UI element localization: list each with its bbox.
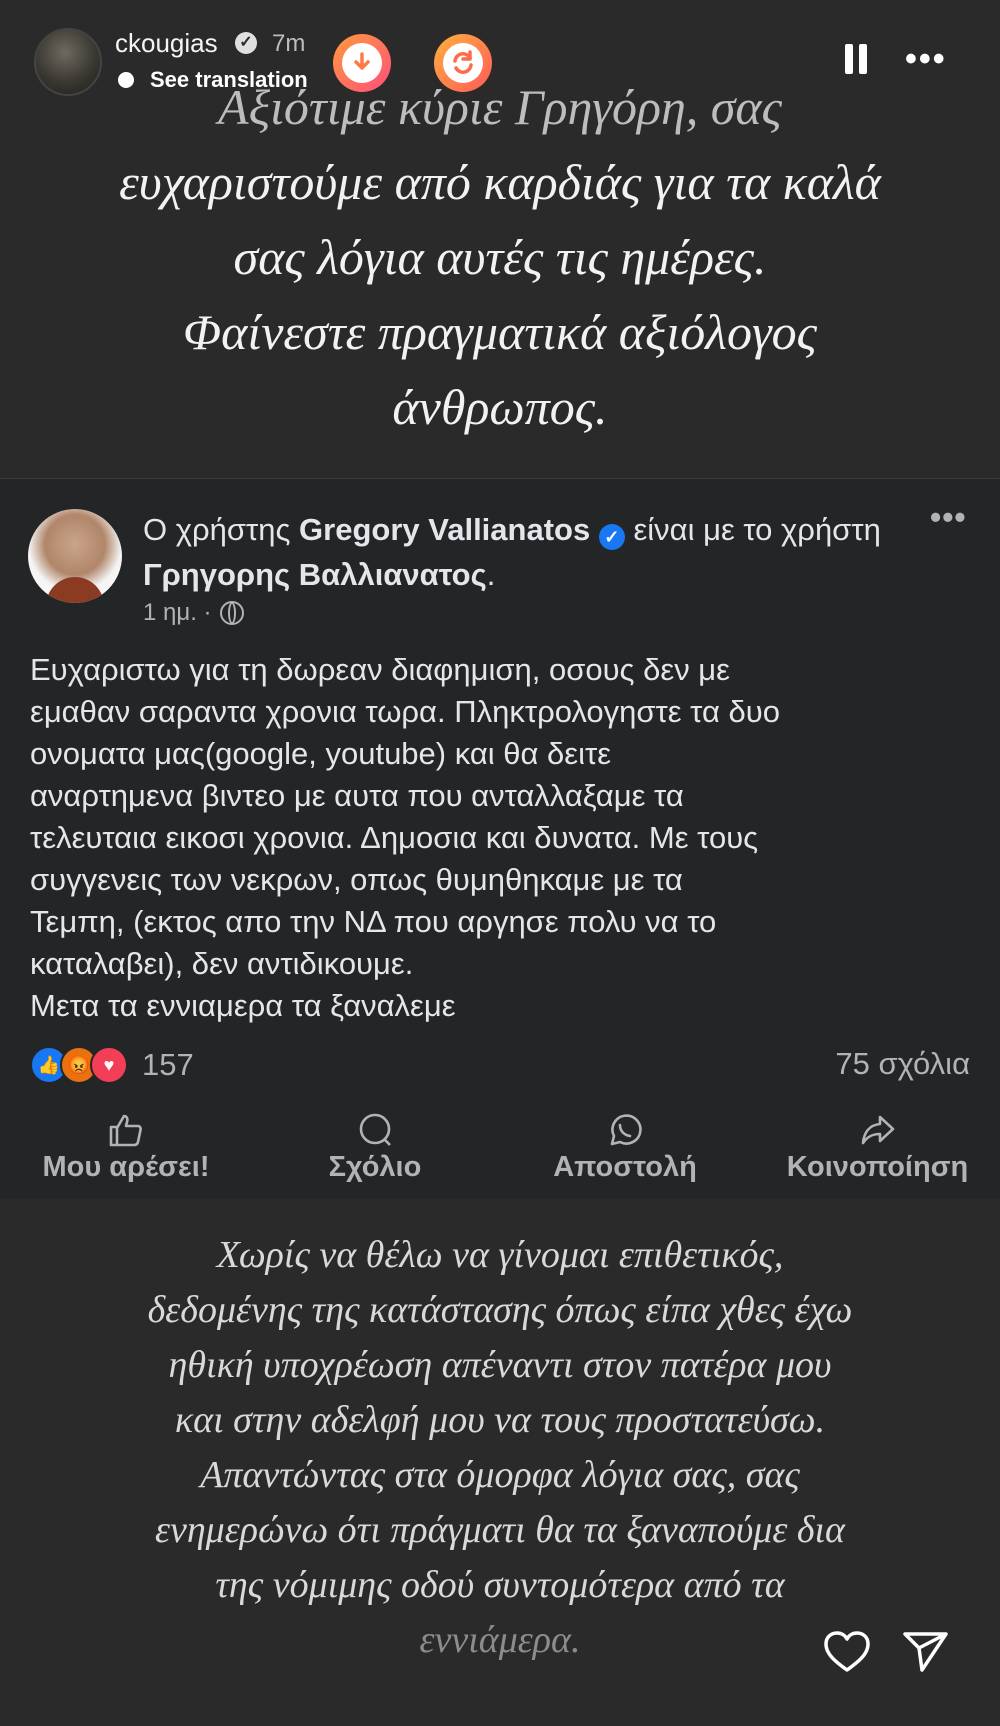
author-name: Gregory Vallianatos [299,512,591,547]
post-actions: Μου αρέσει! Σχόλιο Αποστολή Κοινοποίηση [0,1109,1000,1199]
quote-top: Αξιότιμε κύριε Γρηγόρη, σας ευχαριστούμε… [0,70,1000,445]
heart-icon[interactable] [823,1630,871,1679]
like-action-label: Μου αρέσει! [42,1151,210,1183]
refresh-icon [443,43,483,83]
title-mid: είναι με το χρήστη [624,512,881,547]
love-reaction-icon: ♥ [90,1046,128,1084]
post-more-icon: ••• [930,499,967,535]
reactions-summary: 👍 😡 ♥ 157 [30,1046,194,1084]
quote-top-rest: ευχαριστούμε από καρδιάς για τα καλά σας… [119,154,881,435]
thumbs-up-icon [26,1109,226,1151]
send-action: Αποστολή [540,1109,710,1184]
globe-icon [219,601,244,625]
quote-bottom-last: εννιάμερα. [419,1619,581,1661]
avatar[interactable] [34,28,102,96]
comment-count: 75 σχόλια [835,1046,970,1081]
post-title: Ο χρήστης Gregory Vallianatos ✓ είναι με… [143,507,913,597]
verified-icon: ✓ [235,32,257,54]
post-meta: 1 ημ. · [143,599,244,627]
download-button[interactable] [333,34,391,92]
quote-bottom-main: Χωρίς να θέλω να γίνομαι επιθετικός, δεδ… [147,1234,853,1606]
quote-bottom: Χωρίς να θέλω να γίνομαι επιθετικός, δεδ… [0,1228,1000,1668]
like-action: Μου αρέσει! [26,1109,226,1184]
author-avatar [28,509,122,603]
post-body: Ευχαριστω για τη δωρεαν διαφημιση, οσους… [30,652,780,1023]
whatsapp-icon [540,1109,710,1151]
send-icon[interactable] [902,1630,950,1679]
comment-action-label: Σχόλιο [328,1151,422,1183]
share-action: Κοινοποίηση [770,1109,985,1184]
reaction-count: 157 [142,1047,194,1082]
see-translation-link[interactable]: See translation [150,67,308,93]
download-icon [342,43,382,83]
share-arrow-icon [770,1109,985,1151]
username[interactable]: ckougias [115,28,218,59]
post-time-label: 1 ημ. · [143,599,212,626]
translate-icon [118,72,134,88]
story-viewer[interactable]: Αξιότιμε κύριε Γρηγόρη, σας ευχαριστούμε… [0,0,1000,1726]
title-prefix: Ο χρήστης [143,512,300,547]
send-action-label: Αποστολή [553,1151,697,1183]
share-action-label: Κοινοποίηση [786,1151,969,1183]
title-suffix: . [486,557,496,592]
refresh-button[interactable] [434,34,492,92]
more-icon[interactable]: ••• [905,40,947,79]
pause-icon[interactable] [843,44,869,74]
tagged-name: Γρηγορης Βαλλιανατος [143,557,487,592]
comment-action: Σχόλιο [300,1109,450,1184]
post-time: 7m [272,30,306,57]
story-header: ckougias ✓ 7m See translation ••• [0,0,1000,110]
facebook-post-card: Ο χρήστης Gregory Vallianatos ✓ είναι με… [0,478,1000,1199]
verified-badge-icon: ✓ [598,524,625,550]
comment-bubble-icon [300,1109,450,1151]
